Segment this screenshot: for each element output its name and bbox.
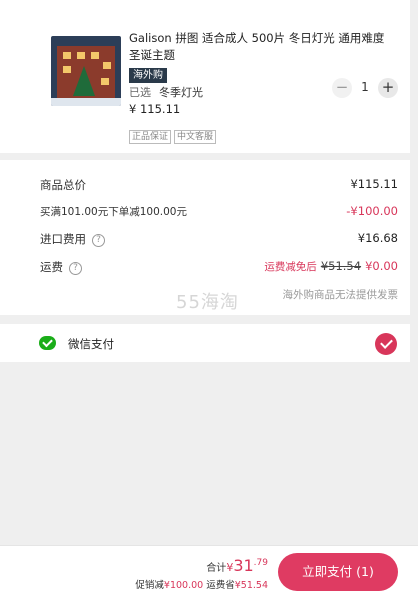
- goods-total-label: 商品总价: [40, 178, 86, 192]
- shipping-label-text: 运费: [40, 260, 63, 274]
- import-fee-row: 进口费用? ¥16.68: [40, 231, 398, 249]
- shipping-value-group: 运费减免后 ¥51.54 ¥0.00: [264, 259, 398, 274]
- overseas-tag: 海外购: [129, 68, 167, 83]
- help-icon[interactable]: ?: [69, 262, 82, 275]
- import-fee-label-text: 进口费用: [40, 232, 86, 246]
- promo-label: 买满101.00元下单减100.00元: [40, 206, 187, 218]
- import-fee-label: 进口费用?: [40, 231, 105, 247]
- discount-value: ¥100.00: [163, 580, 204, 591]
- goods-total-row: 商品总价 ¥115.11: [40, 177, 398, 195]
- help-icon[interactable]: ?: [92, 234, 105, 247]
- checkout-bar: 合计¥31.79 促销减¥100.00 运费省¥51.54 立即支付 (1): [0, 545, 418, 600]
- shipping-waived-label: 运费减免后: [264, 261, 317, 273]
- invoice-notice: 海外购商品无法提供发票: [282, 289, 399, 301]
- total-amount: 合计¥31.79: [206, 556, 268, 575]
- promo-row: 买满101.00元下单减100.00元 -¥100.00: [40, 204, 398, 222]
- wechat-pay-icon: [39, 336, 56, 350]
- shipping-saved-value: ¥51.54: [234, 580, 268, 591]
- quantity-decrease-button[interactable]: −: [332, 78, 352, 98]
- payment-method-label: 微信支付: [68, 337, 114, 351]
- watermark-logo: 55海淘: [176, 292, 239, 313]
- product-image-window: [103, 62, 111, 69]
- payment-method-row[interactable]: 微信支付: [0, 324, 410, 362]
- product-image-window: [63, 66, 71, 73]
- badge-chinese-support: 中文客服: [174, 130, 217, 144]
- product-image-window: [77, 52, 85, 59]
- discount-label: 促销减: [135, 580, 164, 591]
- product-image-window: [63, 52, 71, 59]
- chosen-option[interactable]: 已选 冬季灯光: [129, 84, 203, 100]
- product-image-window: [101, 78, 109, 85]
- product-image-window: [91, 52, 99, 59]
- selected-check-icon[interactable]: [375, 333, 397, 355]
- quantity-stepper: − 1 +: [332, 78, 398, 98]
- shipping-value: ¥0.00: [365, 259, 398, 273]
- product-title[interactable]: Galison 拼图 适合成人 500片 冬日灯光 通用难度 圣诞主题: [129, 30, 399, 64]
- service-badges: 正品保证 中文客服: [129, 124, 219, 144]
- import-fee-value: ¥16.68: [357, 231, 398, 245]
- quantity-value[interactable]: 1: [359, 80, 371, 94]
- shipping-label: 运费?: [40, 259, 82, 275]
- product-image-snow: [51, 98, 121, 106]
- total-prefix: 合计: [206, 563, 227, 574]
- pay-now-button[interactable]: 立即支付 (1): [278, 553, 398, 591]
- product-price: ¥ 115.11: [129, 102, 181, 116]
- product-card: Galison 拼图 适合成人 500片 冬日灯光 通用难度 圣诞主题 海外购 …: [0, 0, 410, 153]
- goods-total-value: ¥115.11: [350, 177, 398, 191]
- total-integer: 31: [233, 556, 254, 575]
- product-image-tree: [73, 66, 95, 96]
- shipping-original-price: ¥51.54: [320, 259, 362, 273]
- quantity-increase-button[interactable]: +: [378, 78, 398, 98]
- total-decimal: .79: [253, 558, 268, 568]
- shipping-saved-label: 运费省: [206, 580, 235, 591]
- badge-genuine: 正品保证: [129, 130, 172, 144]
- order-summary: 商品总价 ¥115.11 买满101.00元下单减100.00元 -¥100.0…: [0, 160, 410, 315]
- shipping-row: 运费? 运费减免后 ¥51.54 ¥0.00: [40, 259, 398, 277]
- product-image[interactable]: [51, 36, 121, 106]
- promo-value: -¥100.00: [346, 204, 398, 218]
- savings-line: 促销减¥100.00 运费省¥51.54: [135, 577, 268, 591]
- chosen-option-value: 冬季灯光: [159, 86, 203, 99]
- chosen-option-label: 已选: [129, 86, 151, 99]
